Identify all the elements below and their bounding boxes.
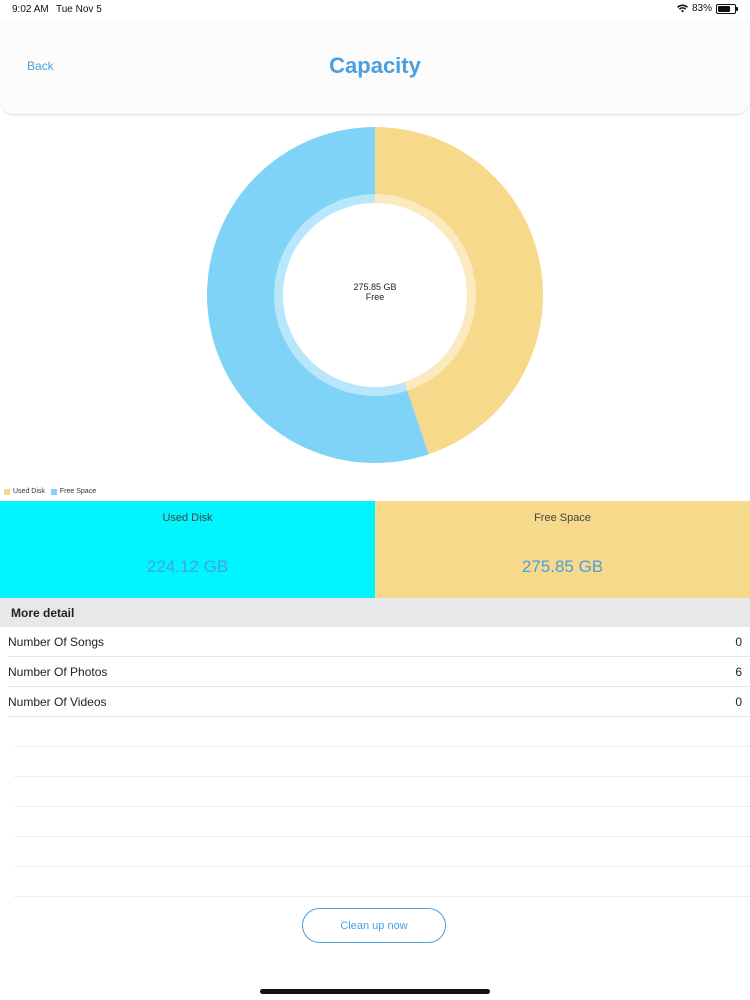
detail-row-songs: Number Of Songs 0 (8, 627, 750, 657)
capacity-donut-chart: 275.85 GB Free (0, 120, 750, 470)
used-disk-label: Used Disk (162, 512, 213, 524)
battery-percent: 83% (691, 3, 712, 14)
clean-up-button[interactable]: Clean up now (302, 908, 446, 943)
empty-row (14, 807, 750, 837)
detail-row-photos: Number Of Photos 6 (8, 657, 750, 687)
detail-row-label: Number Of Songs (8, 635, 105, 649)
empty-row (14, 837, 750, 867)
empty-row (14, 747, 750, 777)
chart-legend: Used Disk Free Space (4, 488, 96, 495)
capacity-summary: Used Disk 224.12 GB Free Space 275.85 GB (0, 501, 750, 598)
legend-item-free: Free Space (50, 488, 97, 495)
page-title: Capacity (329, 53, 421, 78)
legend-label-used: Used Disk (13, 488, 45, 495)
chart-center-value: 275.85 GB (353, 282, 397, 292)
detail-row-label: Number Of Photos (8, 665, 108, 679)
legend-label-free: Free Space (59, 488, 97, 495)
empty-row (14, 777, 750, 807)
legend-swatch-used (4, 488, 10, 495)
free-space-value: 275.85 GB (521, 557, 604, 576)
home-indicator (260, 989, 490, 994)
detail-row-label: Number Of Videos (8, 695, 107, 709)
free-space-label: Free Space (534, 512, 591, 524)
status-right: 83% (676, 3, 738, 14)
chart-center-label: 275.85 GB Free (325, 282, 425, 302)
battery-icon (716, 3, 738, 14)
detail-row-value: 6 (735, 665, 742, 679)
detail-row-videos: Number Of Videos 0 (8, 687, 750, 717)
free-space-card: Free Space 275.85 GB (375, 501, 750, 598)
detail-list: Number Of Songs 0 Number Of Photos 6 Num… (0, 627, 750, 897)
status-bar: 9:02 AM Tue Nov 5 83% (0, 0, 750, 20)
section-header: More detail (0, 598, 750, 627)
empty-row (14, 867, 750, 897)
chart-center-caption: Free (365, 292, 385, 302)
status-date: Tue Nov 5 (56, 4, 102, 15)
empty-row (14, 717, 750, 747)
detail-row-value: 0 (735, 635, 742, 649)
section-title: More detail (11, 606, 75, 620)
wifi-icon (676, 4, 688, 13)
battery-fill (718, 5, 730, 12)
navigation-bar: Back Capacity (0, 20, 750, 115)
legend-swatch-free (50, 488, 57, 495)
legend-item-used: Used Disk (4, 488, 45, 495)
used-disk-card: Used Disk 224.12 GB (0, 501, 375, 598)
detail-row-value: 0 (735, 695, 742, 709)
used-disk-value: 224.12 GB (146, 557, 229, 576)
status-time: 9:02 AM (12, 4, 49, 15)
